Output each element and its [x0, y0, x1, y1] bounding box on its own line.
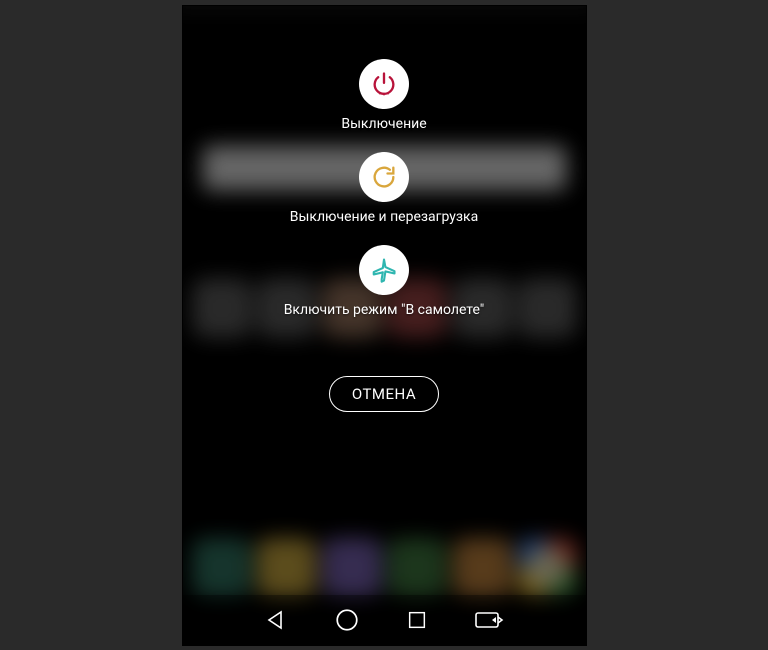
airplane-icon	[359, 245, 409, 295]
cancel-button[interactable]: ОТМЕНА	[329, 376, 439, 412]
nav-back-button[interactable]	[264, 608, 288, 632]
nav-home-button[interactable]	[334, 607, 360, 633]
restart-icon	[359, 152, 409, 202]
phone-frame: Выключение Выключение и перезагрузка	[183, 6, 586, 645]
option-label: Выключение и перезагрузка	[290, 209, 478, 225]
option-airplane-mode[interactable]: Включить режим "В самолете"	[284, 245, 485, 318]
nav-bar	[183, 595, 586, 645]
power-menu: Выключение Выключение и перезагрузка	[183, 59, 586, 412]
option-power-off[interactable]: Выключение	[341, 59, 426, 132]
power-icon	[359, 59, 409, 109]
option-label: Включить режим "В самолете"	[284, 302, 485, 318]
option-restart[interactable]: Выключение и перезагрузка	[290, 152, 478, 225]
nav-recent-button[interactable]	[406, 609, 428, 631]
nav-extra-button[interactable]	[474, 609, 504, 631]
option-label: Выключение	[341, 116, 426, 132]
